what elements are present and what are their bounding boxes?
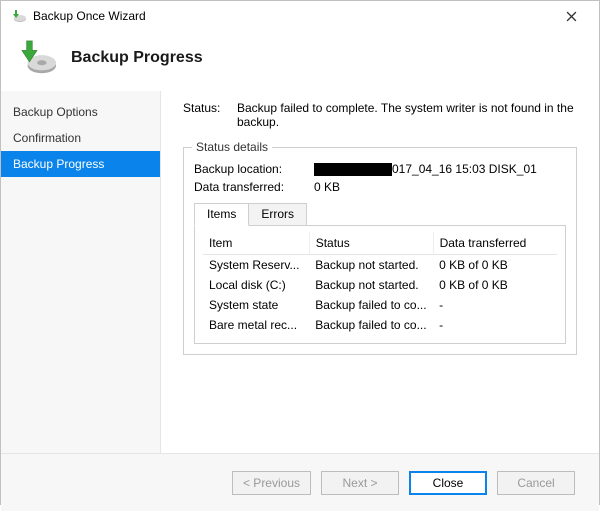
table-row[interactable]: Bare metal rec... Backup failed to co...… — [203, 315, 557, 335]
redacted-segment — [314, 163, 392, 176]
cell-data: 0 KB of 0 KB — [433, 275, 557, 295]
cell-status: Backup failed to co... — [309, 295, 433, 315]
content-pane: Status: Backup failed to complete. The s… — [161, 91, 599, 453]
wizard-footer: < Previous Next > Close Cancel — [1, 453, 599, 511]
cell-status: Backup not started. — [309, 275, 433, 295]
data-transferred-label: Data transferred: — [194, 180, 314, 194]
sidebar-item-backup-progress[interactable]: Backup Progress — [1, 151, 160, 177]
table-row[interactable]: Local disk (C:) Backup not started. 0 KB… — [203, 275, 557, 295]
titlebar: Backup Once Wizard — [1, 1, 599, 31]
status-label: Status: — [183, 101, 237, 129]
wizard-header: Backup Progress — [1, 31, 599, 91]
cell-item: Local disk (C:) — [203, 275, 309, 295]
backup-location-label: Backup location: — [194, 162, 314, 176]
wizard-sidebar: Backup Options Confirmation Backup Progr… — [1, 91, 161, 453]
col-data-transferred[interactable]: Data transferred — [433, 232, 557, 255]
tabs: Items Errors — [194, 202, 566, 225]
cell-data: 0 KB of 0 KB — [433, 255, 557, 276]
table-row[interactable]: System state Backup failed to co... - — [203, 295, 557, 315]
cell-item: System state — [203, 295, 309, 315]
status-line: Status: Backup failed to complete. The s… — [183, 101, 577, 129]
backup-location-suffix: 017_04_16 15:03 DISK_01 — [392, 162, 537, 176]
next-button: Next > — [321, 471, 399, 495]
tab-panel-items: Item Status Data transferred System Rese… — [194, 225, 566, 344]
status-details-group: Status details Backup location: 017_04_1… — [183, 147, 577, 355]
table-header-row: Item Status Data transferred — [203, 232, 557, 255]
previous-button: < Previous — [232, 471, 311, 495]
cancel-button: Cancel — [497, 471, 575, 495]
close-button[interactable]: Close — [409, 471, 487, 495]
backup-icon — [19, 39, 57, 77]
sidebar-item-confirmation[interactable]: Confirmation — [1, 125, 160, 151]
close-window-button[interactable] — [551, 2, 591, 30]
backup-location-value: 017_04_16 15:03 DISK_01 — [314, 162, 566, 176]
tab-items[interactable]: Items — [194, 203, 249, 226]
col-status[interactable]: Status — [309, 232, 433, 255]
cell-item: Bare metal rec... — [203, 315, 309, 335]
items-table: Item Status Data transferred System Rese… — [203, 232, 557, 335]
group-legend: Status details — [192, 140, 272, 154]
tab-errors[interactable]: Errors — [248, 203, 307, 226]
window-title: Backup Once Wizard — [33, 9, 551, 23]
cell-status: Backup failed to co... — [309, 315, 433, 335]
col-item[interactable]: Item — [203, 232, 309, 255]
sidebar-item-backup-options[interactable]: Backup Options — [1, 99, 160, 125]
close-icon — [566, 11, 577, 22]
table-row[interactable]: System Reserv... Backup not started. 0 K… — [203, 255, 557, 276]
status-message: Backup failed to complete. The system wr… — [237, 101, 577, 129]
data-transferred-value: 0 KB — [314, 180, 566, 194]
backup-location-row: Backup location: 017_04_16 15:03 DISK_01 — [194, 162, 566, 176]
cell-data: - — [433, 295, 557, 315]
cell-status: Backup not started. — [309, 255, 433, 276]
page-heading: Backup Progress — [71, 49, 203, 67]
cell-item: System Reserv... — [203, 255, 309, 276]
app-icon — [11, 8, 27, 24]
cell-data: - — [433, 315, 557, 335]
data-transferred-row: Data transferred: 0 KB — [194, 180, 566, 194]
